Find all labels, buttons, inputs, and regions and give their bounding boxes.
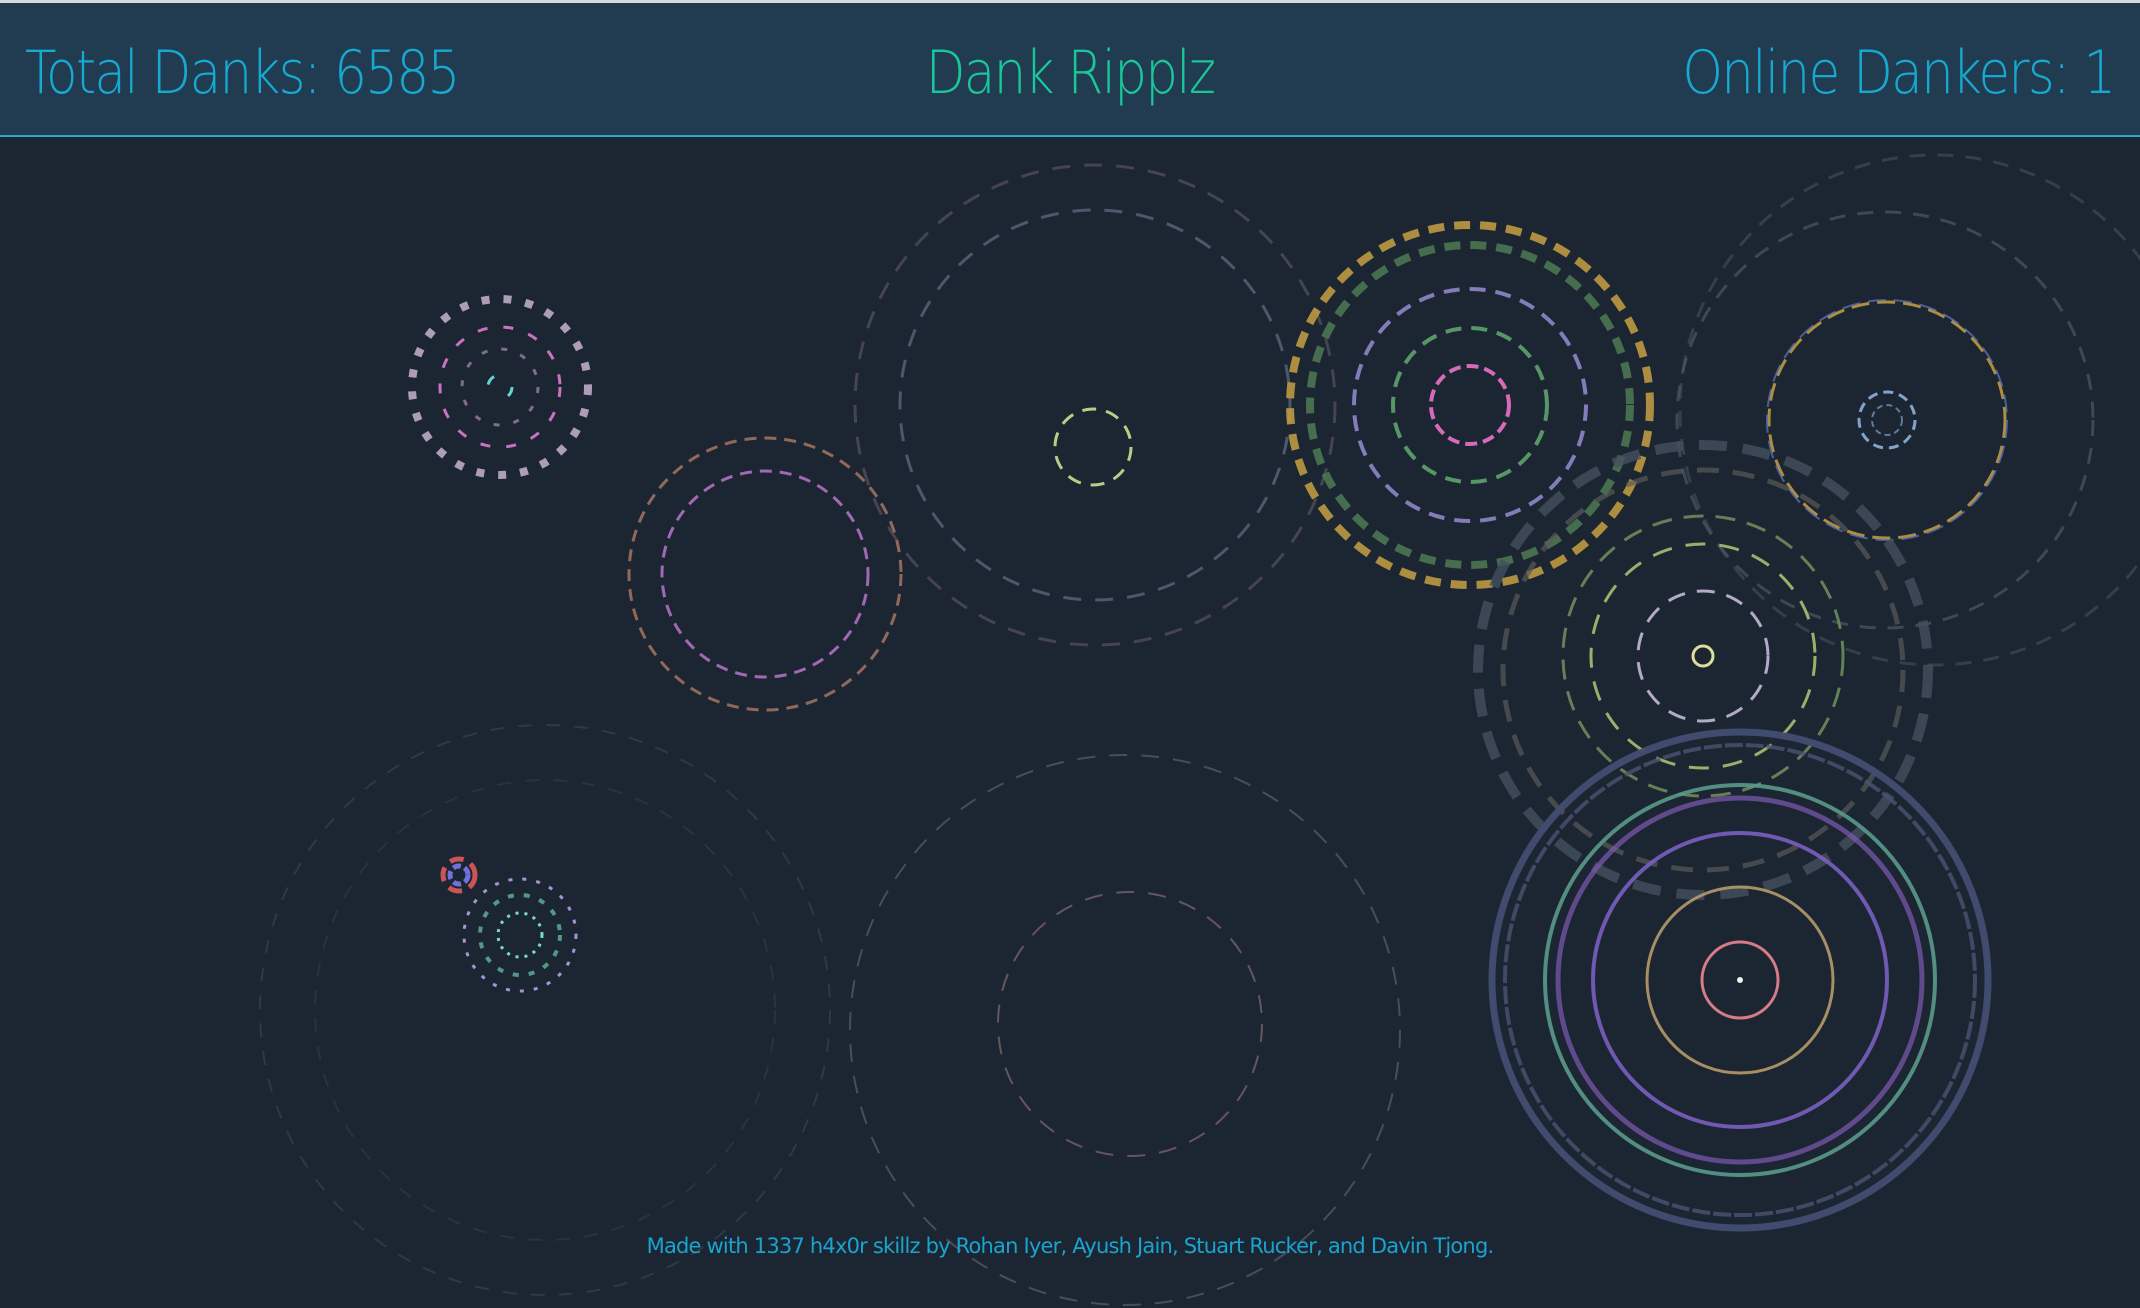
ripple-ring [1857, 390, 1917, 450]
ripple-canvas[interactable] [0, 139, 2140, 1308]
ripple-ring [1636, 589, 1770, 723]
ripple-ring [853, 163, 1337, 647]
online-dankers-counter: Online Dankers: 1 [1682, 38, 2117, 108]
ripple-ring [314, 779, 776, 1241]
ripple-ring [259, 724, 831, 1296]
ripple-ring [1429, 364, 1511, 446]
ripple-ring [1767, 300, 2007, 540]
ripple-ring [1306, 241, 1634, 569]
ripple-ring [460, 347, 540, 427]
ripple-ring [1675, 210, 2095, 630]
ripple-ring [1871, 404, 1903, 436]
ripple-ring [660, 469, 870, 679]
ripple-ring [849, 754, 1401, 1306]
ripple-ring [1691, 644, 1715, 668]
ripple-ring [496, 911, 544, 959]
ripple-ring [1352, 287, 1588, 523]
ripple-ring [1286, 221, 1654, 589]
ripple-ring [1391, 326, 1549, 484]
ripple-ring [898, 208, 1292, 602]
credits-footer: Made with 1337 h4x0r skillz by Rohan Iye… [646, 1234, 1495, 1258]
ripple-ring [1053, 407, 1133, 487]
ripple-ring [438, 325, 562, 449]
header-bar: Total Danks: 6585 Dank Ripplz Online Dan… [0, 3, 2140, 137]
ripple-ring [486, 373, 514, 401]
ripple-ring [478, 893, 562, 977]
ripple-ring [447, 863, 471, 887]
ripples-layer [259, 153, 2140, 1306]
ripple-ring [408, 295, 592, 479]
ripple-ring [997, 891, 1263, 1157]
ripple-ring [627, 436, 903, 712]
ripple-center-dot [1737, 977, 1743, 983]
